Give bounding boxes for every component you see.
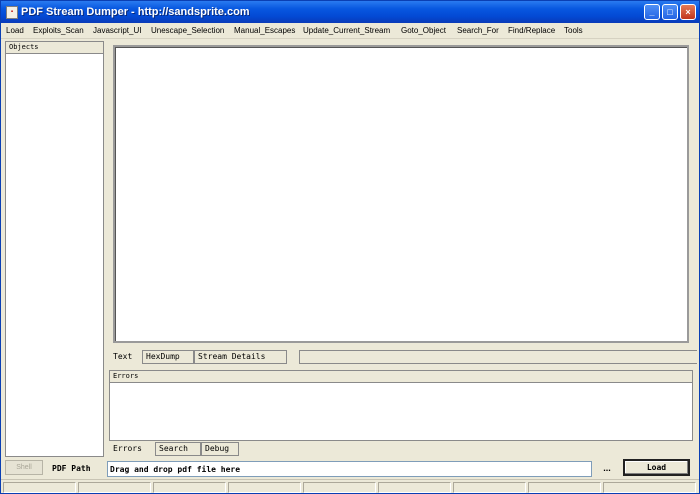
pdf-app-icon[interactable]: ▪	[6, 6, 18, 19]
window-title: PDF Stream Dumper - http://sandsprite.co…	[21, 6, 250, 18]
menu-find-replace[interactable]: Find/Replace	[508, 25, 555, 36]
status-panel	[453, 482, 526, 493]
menu-bar: Load Exploits_Scan Javascript_UI Unescap…	[1, 23, 699, 39]
viewer-tabs: Text HexDump Stream Details	[109, 350, 697, 364]
status-panel	[603, 482, 696, 493]
tab-hexdump[interactable]: HexDump	[142, 350, 194, 364]
status-panel	[153, 482, 226, 493]
status-panel	[78, 482, 151, 493]
title-bar[interactable]: ▪ PDF Stream Dumper - http://sandsprite.…	[1, 1, 699, 23]
minimize-button[interactable]: _	[644, 4, 660, 20]
tab-text[interactable]: Text	[109, 350, 142, 364]
status-panel	[228, 482, 301, 493]
errors-column-header[interactable]: Errors	[110, 371, 692, 383]
status-panel	[303, 482, 376, 493]
shell-button[interactable]: Shell	[5, 460, 43, 475]
tab-strip-fill	[299, 350, 697, 364]
status-panel	[528, 482, 601, 493]
maximize-button[interactable]: □	[662, 4, 678, 20]
menu-load[interactable]: Load	[6, 25, 24, 36]
main-window: ▪ PDF Stream Dumper - http://sandsprite.…	[0, 0, 700, 494]
status-panel	[3, 482, 76, 493]
menu-goto-object[interactable]: Goto_Object	[401, 25, 446, 36]
tab-search[interactable]: Search	[155, 442, 201, 456]
pdf-path-input[interactable]	[107, 461, 592, 477]
bottom-tabs: Errors Search Debug	[109, 442, 249, 456]
close-button[interactable]: ×	[680, 4, 696, 20]
status-panel	[378, 482, 451, 493]
menu-unescape-selection[interactable]: Unescape_Selection	[151, 25, 224, 36]
pdf-path-label: PDF Path	[52, 464, 91, 473]
stream-text-area[interactable]	[113, 45, 689, 343]
menu-tools[interactable]: Tools	[564, 25, 583, 36]
status-bar	[1, 479, 699, 493]
menu-exploits-scan[interactable]: Exploits_Scan	[33, 25, 84, 36]
tab-stream-details[interactable]: Stream Details	[194, 350, 287, 364]
objects-list[interactable]: Objects	[5, 41, 104, 457]
tab-errors[interactable]: Errors	[109, 442, 155, 456]
browse-button[interactable]: ...	[599, 463, 615, 475]
load-button[interactable]: Load	[623, 459, 690, 476]
menu-javascript-ui[interactable]: Javascript_UI	[93, 25, 141, 36]
menu-search-for[interactable]: Search_For	[457, 25, 499, 36]
menu-manual-escapes[interactable]: Manual_Escapes	[234, 25, 295, 36]
tab-debug[interactable]: Debug	[201, 442, 239, 456]
objects-column-header[interactable]: Objects	[6, 42, 103, 54]
errors-list[interactable]: Errors	[109, 370, 693, 441]
menu-update-current-stream[interactable]: Update_Current_Stream	[303, 25, 390, 36]
